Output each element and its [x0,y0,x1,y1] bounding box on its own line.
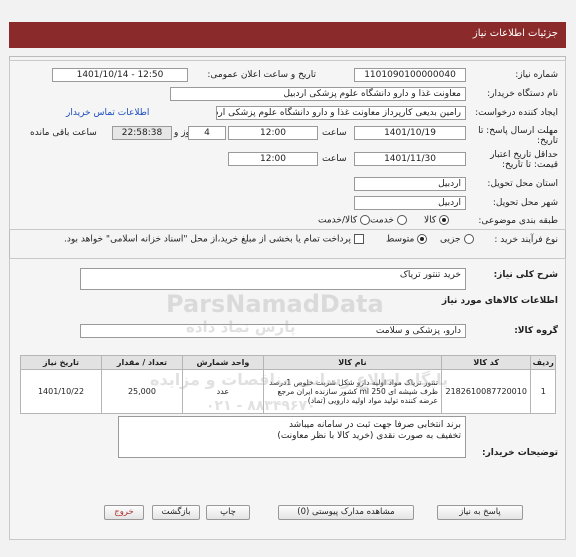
requester-label: ایجاد کننده درخواست: [475,108,558,118]
buyer-contact-link[interactable]: اطلاعات تماس خریدار [66,108,149,118]
validity-date-field: 1401/11/30 [354,152,466,166]
cell-row: 1 [530,369,556,414]
table-header-row: ردیف کد کالا نام کالا واحد شمارش تعداد /… [20,355,556,370]
buyer-notes-line1: برند انتخابی صرفا جهت ثبت در سامانه میبا… [288,420,461,430]
checkbox-icon [354,234,365,244]
reply-button[interactable]: پاسخ به نیاز [437,505,523,520]
col-unit: واحد شمارش [181,355,264,370]
deadline-time-field: 12:00 [228,126,318,140]
announce-label: تاریخ و ساعت اعلان عمومی: [207,70,316,80]
cell-qty: 25,000 [100,369,183,414]
items-table: ردیف کد کالا نام کالا واحد شمارش تعداد /… [20,355,556,414]
cell-unit: عدد [181,369,264,414]
buyer-notes-label: توضیحات خریدار: [482,448,558,458]
province-field: اردبیل [354,177,466,191]
exit-button[interactable]: خروج [104,505,144,520]
remaining-label: ساعت باقی مانده [30,128,97,138]
cell-date: 1401/10/22 [20,369,102,414]
announce-field: 1401/10/14 - 12:50 [52,68,188,82]
province-label: استان محل تحویل: [487,179,558,189]
page-title: جزئیات اطلاعات نیاز [472,28,558,39]
deadline-time-label: ساعت [322,128,347,138]
category-option-service[interactable]: خدمت [370,215,407,226]
city-field: اردبیل [354,196,466,210]
city-label: شهر محل تحویل: [492,198,558,208]
deadline-label: مهلت ارسال پاسخ: تا تاریخ: [478,126,558,146]
radio-icon [463,234,474,244]
buyer-notes-line2: تخفیف به صورت نقدی (خرید کالا با نظر معا… [277,431,461,441]
validity-time-label: ساعت [322,154,347,164]
category-option-goods[interactable]: کالا [424,215,450,226]
back-button[interactable]: بازگشت [152,505,200,520]
payment-note-option[interactable]: پرداخت تمام یا بخشی از مبلغ خرید،از محل … [64,234,365,245]
requester-field: رامین بدیعی کارپرداز معاونت غذا و دارو د… [216,106,466,120]
radio-checked-icon [439,215,450,225]
col-code: کد کالا [440,355,532,370]
goods-group-label: گروه کالا: [514,326,558,336]
radio-icon [360,215,371,225]
category-option-both[interactable]: کالا/خدمت [318,215,371,226]
cell-code: 2182610087720010 [440,369,532,414]
radio-checked-icon [417,234,428,244]
category-label: طبقه بندی موضوعی: [478,216,558,226]
summary-field: خرید تنتور تریاک [80,268,466,290]
col-date: تاریخ نیاز [20,355,102,370]
days-field: 4 [188,126,226,140]
deadline-date-field: 1401/10/19 [354,126,466,140]
view-attachments-button[interactable]: مشاهده مدارک پیوستی (0) [278,505,414,520]
remaining-time-field: 22:58:38 [112,126,172,140]
buyer-org-label: نام دستگاه خریدار: [487,89,558,99]
col-row: ردیف [530,355,556,370]
print-button[interactable]: چاپ [206,505,250,520]
process-option-medium[interactable]: متوسط [386,234,428,245]
page-header: جزئیات اطلاعات نیاز [9,22,566,48]
process-option-minor[interactable]: جزیی [440,234,474,245]
goods-group-field: دارو، پزشکی و سلامت [80,324,466,338]
validity-time-field: 12:00 [228,152,318,166]
buyer-org-field: معاونت غذا و دارو دانشگاه علوم پزشکی ارد… [170,87,466,101]
items-title: اطلاعات کالاهای مورد نیاز [441,296,558,306]
process-label: نوع فرآیند خرید : [494,235,558,245]
table-row: 1 2182610087720010 تنتور تریاک مواد اولی… [20,369,556,414]
buyer-notes-field: برند انتخابی صرفا جهت ثبت در سامانه میبا… [118,416,466,458]
validity-label: حداقل تاریخ اعتبار قیمت: تا تاریخ: [490,150,558,170]
need-number-field: 1101090100000040 [354,68,466,82]
summary-label: شرح کلی نیاز: [493,270,558,280]
need-number-label: شماره نیاز: [515,70,558,80]
radio-icon [396,215,407,225]
col-name: نام کالا [262,355,442,370]
cell-name: تنتور تریاک مواد اولیه دارو شکل شربت خلو… [262,369,442,414]
col-qty: تعداد / مقدار [100,355,183,370]
